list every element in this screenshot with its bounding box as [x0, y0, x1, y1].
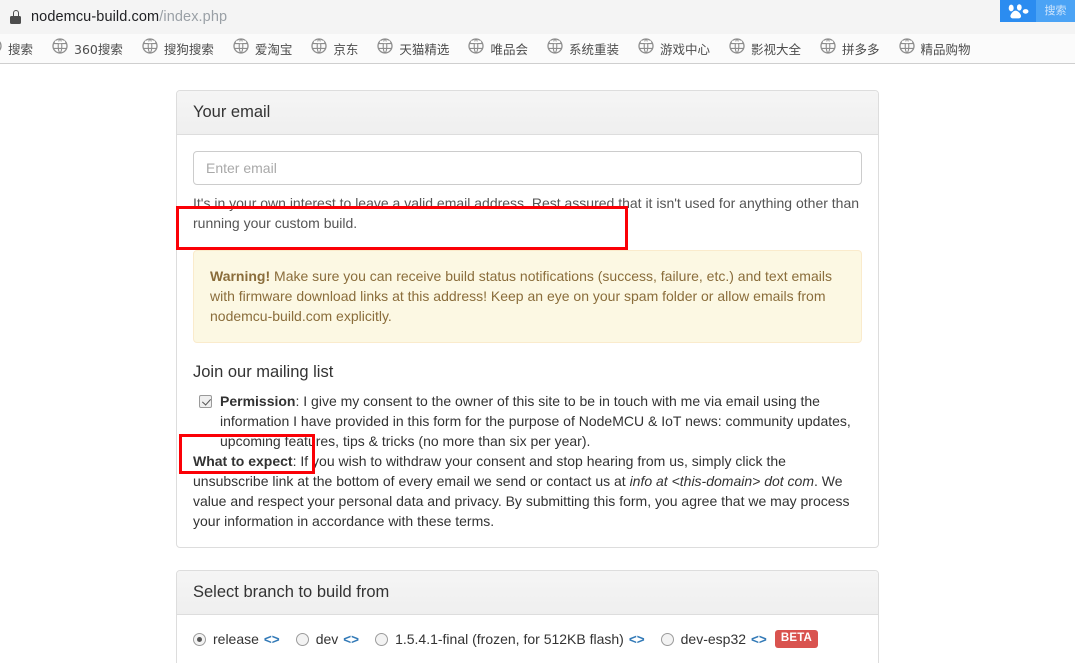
bookmark-item[interactable]: 系统重装 [547, 38, 619, 59]
bookmark-item[interactable]: 游戏中心 [638, 38, 710, 59]
source-code-link-icon[interactable]: <> [264, 632, 280, 647]
radio-label: dev [315, 631, 339, 648]
bookmark-item[interactable]: 360搜索 [52, 38, 123, 59]
source-code-link-icon[interactable]: <> [629, 632, 645, 647]
page-content: Your email It's in your own interest to … [0, 64, 1075, 663]
globe-icon [729, 38, 751, 59]
globe-icon [820, 38, 842, 59]
permission-text-wrap: Permission: I give my consent to the own… [220, 391, 862, 451]
lock-icon[interactable] [10, 10, 21, 24]
permission-checkbox[interactable] [199, 395, 212, 409]
bookmark-item[interactable]: 爱淘宝 [233, 38, 293, 59]
branch-radio-dev-esp32[interactable]: dev-esp32 <> BETA [660, 630, 819, 648]
url-text: nodemcu-build.com/index.php [31, 9, 227, 25]
bookmark-item[interactable]: 搜索 [0, 38, 33, 59]
bookmark-label: 360搜索 [74, 42, 123, 57]
globe-icon [468, 38, 490, 59]
globe-icon [377, 38, 399, 59]
bookmark-label: 搜狗搜索 [163, 42, 214, 57]
panel-body: It's in your own interest to leave a val… [177, 135, 878, 547]
source-code-link-icon[interactable]: <> [751, 632, 767, 647]
warning-alert: Warning! Make sure you can receive build… [193, 250, 862, 344]
bookmark-label: 京东 [333, 42, 359, 57]
bookmark-label: 天猫精选 [399, 42, 450, 57]
globe-icon [898, 38, 921, 59]
radio-label: 1.5.4.1-final (frozen, for 512KB flash) [395, 631, 624, 648]
bookmark-item[interactable]: 精品购物 [898, 38, 971, 59]
expect-row: What to expect: If you wish to withdraw … [193, 451, 862, 531]
url-host: nodemcu-build.com [31, 9, 160, 25]
branch-panel-body: release <> dev <> 1.5.4.1-final (frozen, for… [177, 615, 878, 663]
bookmark-item[interactable]: 拼多多 [820, 38, 880, 59]
permission-description: : I give my consent to the owner of this… [220, 393, 851, 450]
globe-icon [311, 38, 333, 59]
url-path: /index.php [159, 9, 228, 25]
bookmark-label: 唯品会 [490, 42, 528, 57]
baidu-logo-icon [1000, 0, 1036, 22]
radio-dot[interactable] [295, 632, 309, 646]
radio-dot[interactable] [375, 632, 389, 646]
radio-label: release [213, 631, 259, 648]
consent-block: Permission: I give my consent to the own… [193, 391, 862, 531]
bookmarks-bar: 搜索 360搜索 搜狗搜索 爱淘宝 京东 天猫精选 唯品会 系统重装 游戏中心 影视大全 拼多多 精品… [0, 34, 1075, 64]
bookmark-item[interactable]: 唯品会 [468, 38, 528, 59]
branch-panel-title: Select branch to build from [193, 583, 390, 602]
content-column: Your email It's in your own interest to … [176, 90, 879, 663]
baidu-badge[interactable]: 搜索 [1000, 0, 1075, 22]
branch-panel-header: Select branch to build from [177, 571, 878, 616]
status-badge: BETA [774, 630, 819, 648]
globe-icon [0, 38, 8, 59]
branch-radio-dev[interactable]: dev <> [295, 631, 359, 648]
globe-icon [547, 38, 569, 59]
your-email-panel: Your email It's in your own interest to … [176, 90, 879, 549]
radio-dot[interactable] [660, 632, 674, 646]
email-help-text: It's in your own interest to leave a val… [193, 195, 860, 232]
email-input[interactable] [193, 151, 862, 186]
warning-strong: Warning! [210, 268, 271, 285]
bookmark-label: 拼多多 [842, 42, 880, 57]
branch-radio-1.5.4.1-final[interactable]: 1.5.4.1-final (frozen, for 512KB flash) <… [375, 631, 645, 647]
branch-radio-group: release <> dev <> 1.5.4.1-final (frozen, for… [187, 628, 862, 650]
permission-label: Permission [220, 393, 296, 410]
browser-chrome: nodemcu-build.com/index.php 搜索 搜索 360搜索 搜狗… [0, 0, 1075, 64]
page-title: Your email [193, 103, 271, 121]
address-bar[interactable]: nodemcu-build.com/index.php 搜索 [0, 0, 1075, 34]
panel-header: Your email [177, 91, 878, 136]
bookmark-label: 影视大全 [750, 42, 801, 57]
bookmark-item[interactable]: 搜狗搜索 [142, 38, 214, 59]
bookmark-label: 精品购物 [920, 42, 971, 57]
globe-icon [52, 38, 74, 59]
bookmark-label: 系统重装 [568, 42, 619, 57]
baidu-badge-label: 搜索 [1036, 0, 1075, 22]
mailing-list-title: Join our mailing list [193, 363, 334, 382]
bookmark-label: 游戏中心 [659, 42, 710, 57]
bookmark-label: 搜索 [8, 42, 34, 57]
permission-row[interactable]: Permission: I give my consent to the own… [193, 391, 862, 451]
source-code-link-icon[interactable]: <> [343, 632, 359, 647]
globe-icon [638, 38, 660, 59]
expect-contact-email: info at <this-domain> dot com [629, 473, 814, 490]
branch-radio-release[interactable]: release <> [193, 631, 280, 647]
bookmark-item[interactable]: 天猫精选 [377, 38, 449, 59]
bookmark-item[interactable]: 京东 [311, 38, 358, 59]
globe-icon [233, 38, 255, 59]
radio-label: dev-esp32 [680, 631, 747, 648]
select-branch-panel: Select branch to build from release <> dev… [176, 570, 879, 663]
bookmark-label: 爱淘宝 [254, 42, 293, 57]
bookmark-item[interactable]: 影视大全 [729, 38, 801, 59]
warning-text: Make sure you can receive build status n… [210, 268, 832, 325]
expect-label: What to expect [193, 453, 293, 470]
globe-icon [142, 38, 164, 59]
radio-dot[interactable] [193, 632, 206, 646]
